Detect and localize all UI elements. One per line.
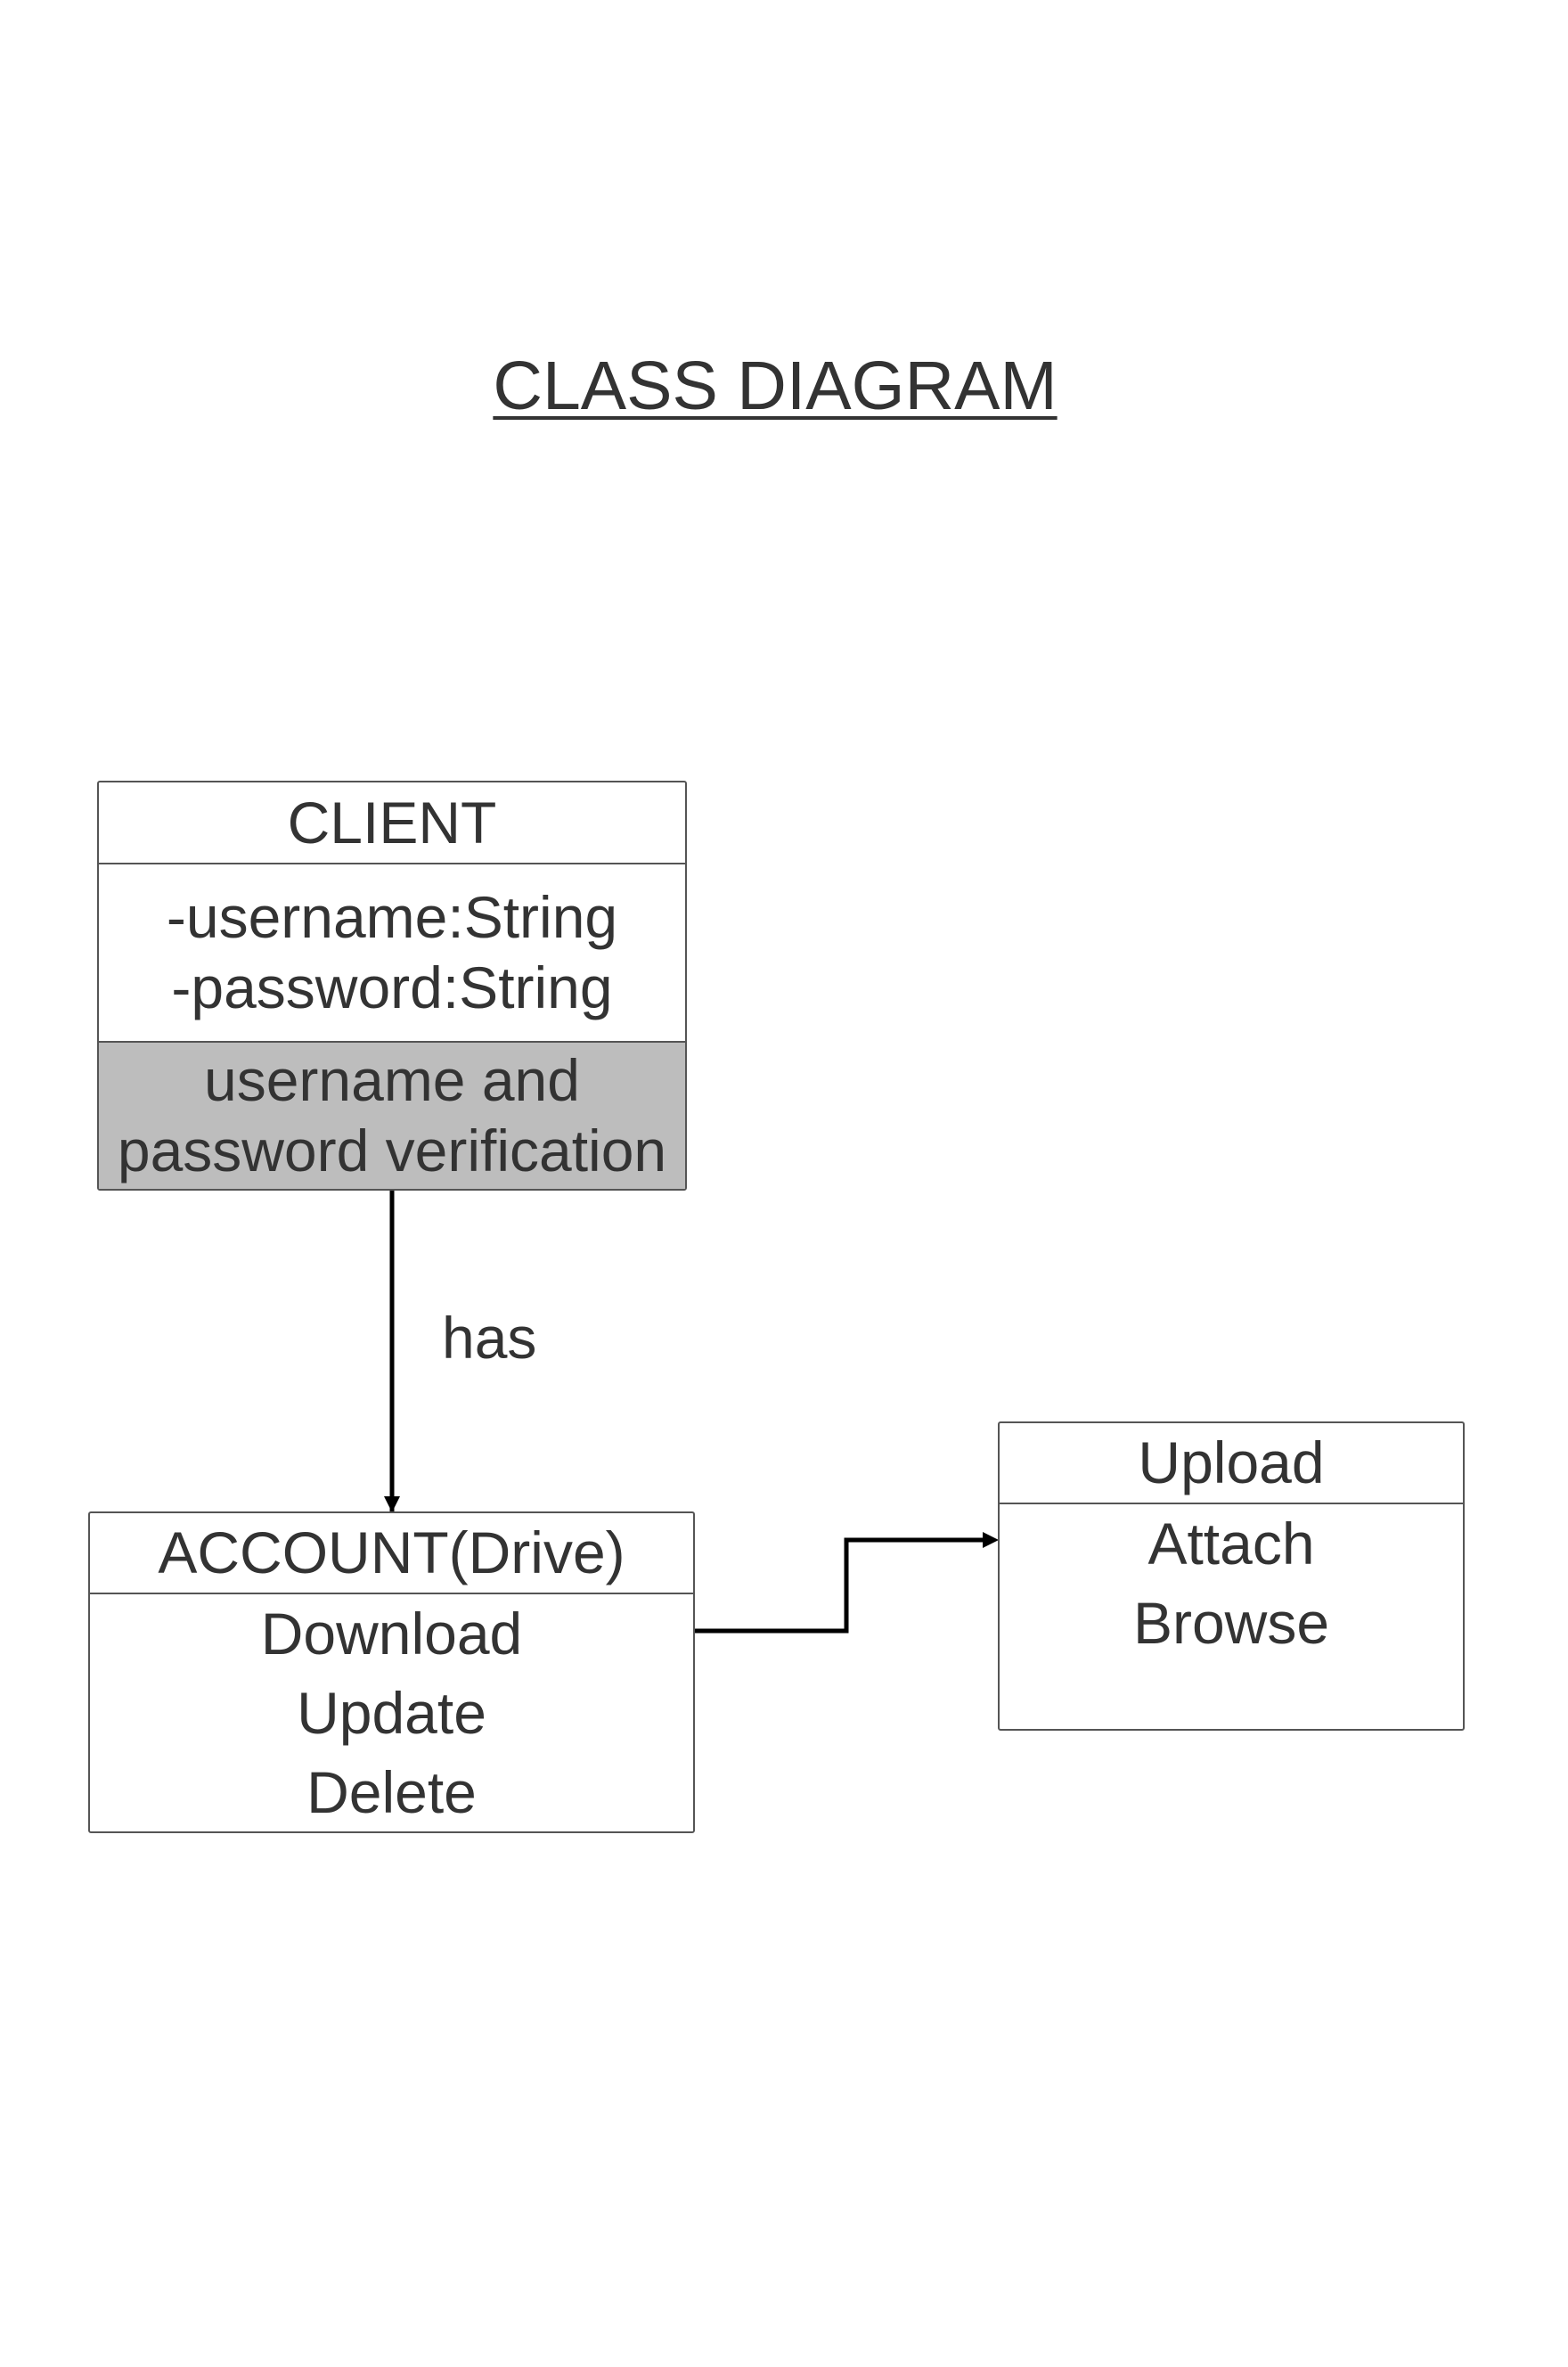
account-operation-update: Update	[297, 1680, 486, 1746]
upload-class-name: Upload	[1138, 1429, 1325, 1495]
upload-operations-section: Attach Browse	[1000, 1503, 1463, 1729]
account-operation-delete: Delete	[306, 1759, 477, 1825]
has-relationship-label: has	[442, 1305, 537, 1371]
upload-operation-attach: Attach	[1147, 1511, 1315, 1577]
client-class-name: CLIENT	[287, 789, 497, 856]
account-operations-section: Download Update Delete	[90, 1593, 693, 1831]
account-operation-download: Download	[260, 1601, 523, 1667]
account-class-box: ACCOUNT(Drive) Download Update Delete	[88, 1511, 695, 1833]
client-attributes-section: -username:String -password:String	[99, 863, 685, 1041]
upload-operation-browse: Browse	[1132, 1590, 1330, 1656]
client-operations-section: username and password verification	[99, 1041, 685, 1189]
client-operation-line-2: password verification	[117, 1118, 667, 1184]
client-class-box: CLIENT -username:String -password:String…	[97, 781, 687, 1191]
upload-class-name-section: Upload	[1000, 1423, 1463, 1503]
upload-class-box: Upload Attach Browse	[998, 1421, 1465, 1731]
account-class-name-section: ACCOUNT(Drive)	[90, 1513, 693, 1593]
client-attribute-username: -username:String	[166, 884, 618, 950]
upload-arrowhead	[983, 1532, 999, 1548]
client-class-name-section: CLIENT	[99, 782, 685, 863]
client-operation-line-1: username and	[204, 1047, 580, 1113]
account-upload-connector	[695, 1537, 987, 1634]
client-attribute-password: -password:String	[171, 954, 613, 1020]
account-class-name: ACCOUNT(Drive)	[158, 1519, 625, 1585]
has-arrowhead	[384, 1496, 400, 1512]
